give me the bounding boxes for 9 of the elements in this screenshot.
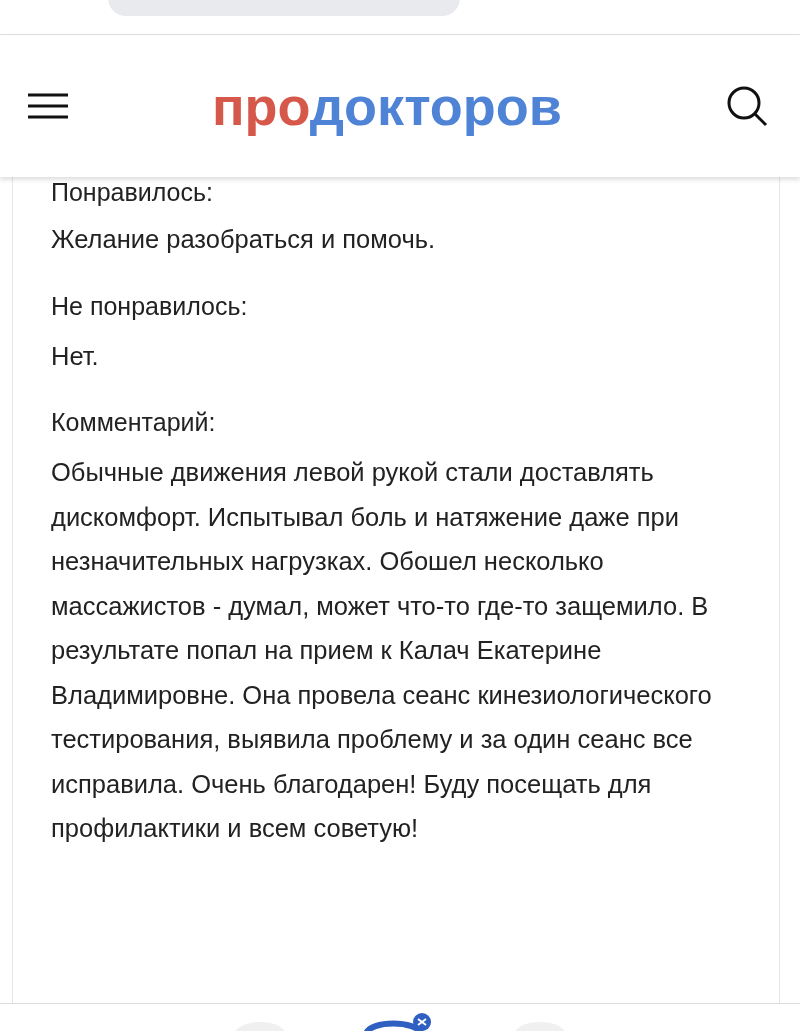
section-heading: Понравилось:	[51, 177, 214, 207]
site-logo[interactable]: продокторов	[68, 75, 726, 137]
section-text: Нет.	[51, 340, 100, 372]
search-icon[interactable]	[726, 85, 768, 127]
section-text: Желание разобраться и помочь.	[51, 224, 437, 255]
section-text: Обычные движения левой рукой стали доставлять дискомфорт. Испытывал боль и натяжение даже при незначительных нагрузках. Обошел несколько массажистов - думал, может что-то где-то защемило. В результате попал на прием к Калач Екатерине Владимировне. Она провела сеанс кинезиологического тестирования, выявила проблему и за один сеанс все исправила. Очень благодарен! Буду посещать для профилактики и всем советую!	[51, 457, 713, 844]
section-heading: Комментарий:	[51, 407, 217, 438]
menu-icon[interactable]	[28, 93, 68, 119]
section-heading: Не понравилось:	[51, 290, 249, 322]
